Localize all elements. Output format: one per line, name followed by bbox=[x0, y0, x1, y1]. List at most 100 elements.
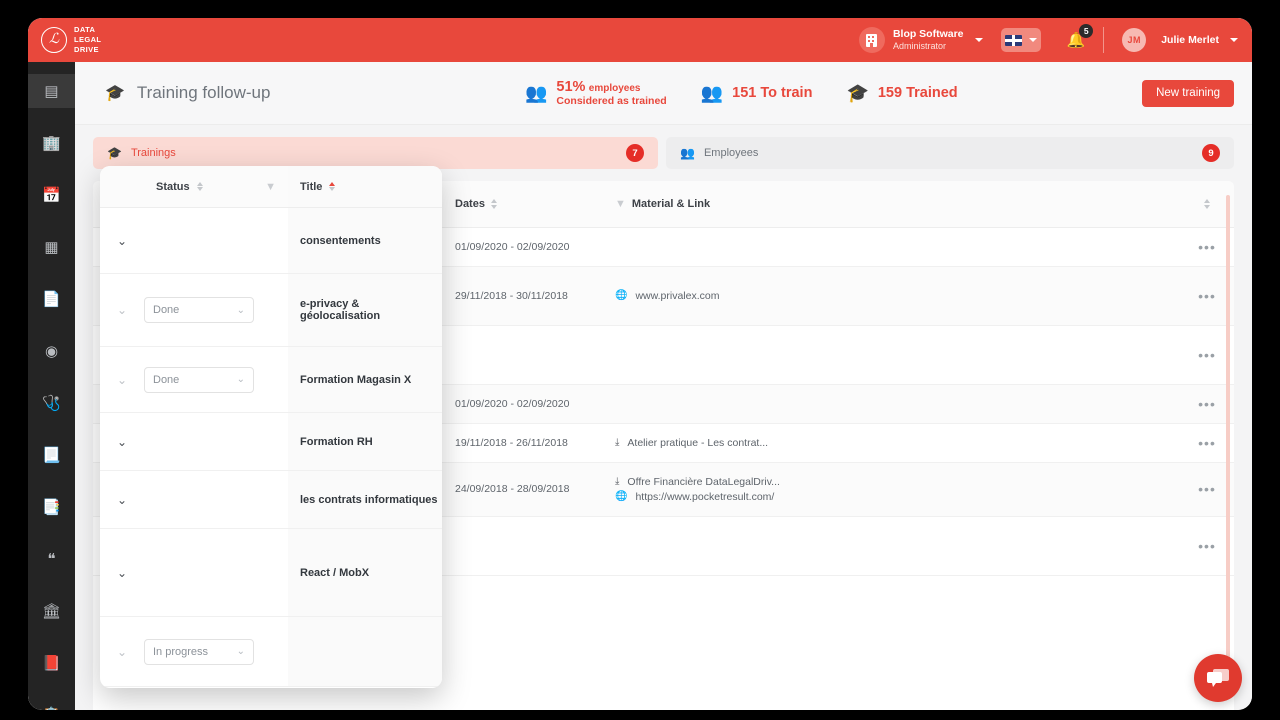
sidebar-item-stethoscope[interactable]: 🩺 bbox=[28, 386, 75, 420]
sort-icon[interactable] bbox=[1204, 199, 1210, 209]
sort-icon[interactable] bbox=[329, 181, 336, 192]
filter-icon[interactable]: ▼ bbox=[265, 181, 276, 193]
people-icon: 👥 bbox=[680, 146, 695, 160]
overlay-row[interactable]: ⌄ In progress ⌄ bbox=[100, 617, 442, 687]
overlay-cell-status: In progress ⌄ bbox=[144, 638, 288, 665]
expand-chevron-icon[interactable]: ⌄ bbox=[100, 566, 144, 580]
user-menu[interactable]: JM Julie Merlet bbox=[1122, 28, 1238, 52]
expand-chevron-icon[interactable]: ⌄ bbox=[100, 303, 144, 317]
tab-label: Trainings bbox=[130, 147, 176, 159]
chevron-down-icon: ⌄ bbox=[236, 304, 245, 316]
material-item[interactable]: 🌐 www.privalex.com bbox=[615, 290, 1172, 302]
people-icon: 👥 bbox=[525, 83, 548, 103]
status-select[interactable]: In progress ⌄ bbox=[144, 638, 254, 665]
sidebar-item-courthouse[interactable]: 🏛 bbox=[28, 594, 75, 628]
divider bbox=[1103, 27, 1105, 53]
flag-icon bbox=[1004, 34, 1022, 46]
sidebar-item-grid[interactable]: ▦ bbox=[28, 230, 75, 264]
material-item[interactable]: 🌐 https://www.pocketresult.com/ bbox=[615, 491, 1172, 503]
chevron-down-icon bbox=[974, 38, 983, 42]
status-select-value: Done bbox=[153, 304, 180, 316]
overlay-cell-title bbox=[288, 617, 442, 686]
status-title-overlay-panel: Status ▼ Title ⌄ consentements ⌄ Done ⌄ e-pri… bbox=[100, 166, 442, 688]
sidebar-item-calendar[interactable]: 📅 bbox=[28, 178, 75, 212]
sidebar-item-document[interactable]: 📄 bbox=[28, 282, 75, 316]
stats-bar: 👥 51% employees Considered as trained 👥 … bbox=[525, 79, 1142, 107]
overlay-th-status[interactable]: Status ▼ bbox=[100, 181, 288, 193]
download-icon: ⤓ bbox=[615, 437, 620, 448]
th-material[interactable]: ▼ Material & Link bbox=[607, 181, 1180, 228]
sidebar-item-clipboard[interactable]: 📋 bbox=[28, 698, 75, 711]
sidebar-item-record[interactable]: ◉ bbox=[28, 334, 75, 368]
status-select-value: Done bbox=[153, 373, 180, 386]
logo-line-3: DRIVE bbox=[74, 44, 99, 54]
expand-chevron-icon[interactable]: ⌄ bbox=[100, 645, 144, 659]
sidebar-item-file-alt[interactable]: 📃 bbox=[28, 438, 75, 472]
avatar: JM bbox=[1122, 28, 1147, 52]
cell-material: 🌐 www.privalex.com bbox=[607, 266, 1180, 326]
chat-bubble-icon bbox=[1207, 668, 1229, 687]
sidebar-item-menu-list[interactable]: ▤ bbox=[28, 74, 75, 108]
app-window: ℒ DATA LEGAL DRIVE Blop Software Adminis… bbox=[28, 18, 1252, 710]
overlay-cell-title: React / MobX bbox=[288, 529, 442, 616]
material-item[interactable]: ⤓ Offre Financière DataLegalDriv... bbox=[615, 476, 1172, 488]
overlay-row[interactable]: ⌄ consentements bbox=[100, 208, 442, 274]
expand-chevron-icon[interactable]: ⌄ bbox=[100, 493, 144, 507]
overlay-row[interactable]: ⌄ React / MobX bbox=[100, 529, 442, 617]
tab-badge: 9 bbox=[1202, 144, 1220, 162]
cell-dates bbox=[447, 516, 607, 576]
sort-icon[interactable] bbox=[196, 181, 203, 192]
chat-bubble-button[interactable] bbox=[1194, 654, 1242, 702]
sort-icon[interactable] bbox=[490, 199, 497, 209]
sidebar-item-file-export[interactable]: 📑 bbox=[28, 490, 75, 524]
courthouse-icon: 🏛 bbox=[41, 602, 62, 620]
tab-employees[interactable]: 👥 Employees 9 bbox=[666, 137, 1234, 169]
org-name: Blop Software bbox=[892, 27, 964, 40]
cell-material bbox=[607, 384, 1180, 424]
page-header: 🎓 Training follow-up 👥 51% employees Con… bbox=[75, 62, 1252, 125]
tab-trainings[interactable]: 🎓 Trainings 7 bbox=[93, 137, 658, 169]
expand-chevron-icon[interactable]: ⌄ bbox=[100, 435, 144, 449]
sidebar-item-building[interactable]: 🏢 bbox=[28, 126, 75, 160]
th-dates[interactable]: Dates bbox=[447, 181, 607, 228]
grid-icon: ▦ bbox=[44, 238, 59, 256]
overlay-cell-status: Done ⌄ bbox=[144, 366, 288, 393]
overlay-cell-title: consentements bbox=[288, 208, 442, 273]
top-bar: ℒ DATA LEGAL DRIVE Blop Software Adminis… bbox=[28, 18, 1252, 62]
material-label: Atelier pratique - Les contrat... bbox=[627, 436, 769, 449]
status-select[interactable]: Done ⌄ bbox=[144, 366, 254, 393]
notifications-button[interactable]: 🔔 5 bbox=[1067, 24, 1094, 49]
org-switcher[interactable]: Blop Software Administrator bbox=[858, 27, 983, 53]
menu-list-icon: ▤ bbox=[44, 82, 59, 100]
stat-to-train: 👥 151 To train bbox=[701, 84, 813, 102]
stat-trained-value: 159 Trained bbox=[877, 85, 958, 101]
expand-chevron-icon[interactable]: ⌄ bbox=[100, 373, 144, 387]
building-icon bbox=[866, 33, 878, 47]
sidebar-item-quote[interactable]: ❝ bbox=[28, 542, 75, 576]
overlay-row[interactable]: ⌄ Done ⌄ e-privacy & géolocalisation bbox=[100, 274, 442, 347]
filter-icon[interactable]: ▼ bbox=[615, 198, 626, 210]
material-item[interactable]: ⤓ Atelier pratique - Les contrat... bbox=[615, 437, 1172, 449]
overlay-cell-title: les contrats informatiques bbox=[288, 471, 442, 528]
language-selector[interactable] bbox=[1000, 28, 1041, 52]
new-training-button[interactable]: New training bbox=[1142, 79, 1234, 107]
status-select[interactable]: Done ⌄ bbox=[144, 297, 254, 323]
tab-label: Employees bbox=[703, 147, 759, 159]
cell-material bbox=[607, 516, 1180, 576]
cell-material: ⤓ Offre Financière DataLegalDriv... 🌐 https… bbox=[607, 462, 1180, 517]
clipboard-icon: 📋 bbox=[42, 708, 61, 711]
overlay-row[interactable]: ⌄ Done ⌄ Formation Magasin X bbox=[100, 347, 442, 413]
graduate-icon: 🎓 bbox=[846, 83, 869, 103]
vertical-scrollbar[interactable] bbox=[1226, 195, 1230, 695]
overlay-th-title[interactable]: Title bbox=[288, 166, 442, 207]
org-avatar bbox=[858, 27, 885, 53]
sidebar-item-book[interactable]: 📕 bbox=[28, 646, 75, 680]
overlay-row[interactable]: ⌄ les contrats informatiques bbox=[100, 471, 442, 529]
stat-to-train-value: 151 To train bbox=[732, 85, 813, 101]
overlay-row[interactable]: ⌄ Formation RH bbox=[100, 413, 442, 471]
stat-considered-trained: 👥 51% employees Considered as trained bbox=[525, 79, 667, 107]
app-logo[interactable]: ℒ DATA LEGAL DRIVE bbox=[28, 25, 158, 55]
overlay-header-row: Status ▼ Title bbox=[100, 166, 442, 208]
expand-chevron-icon[interactable]: ⌄ bbox=[100, 234, 144, 248]
cell-dates: 01/09/2020 - 02/09/2020 bbox=[447, 227, 607, 267]
